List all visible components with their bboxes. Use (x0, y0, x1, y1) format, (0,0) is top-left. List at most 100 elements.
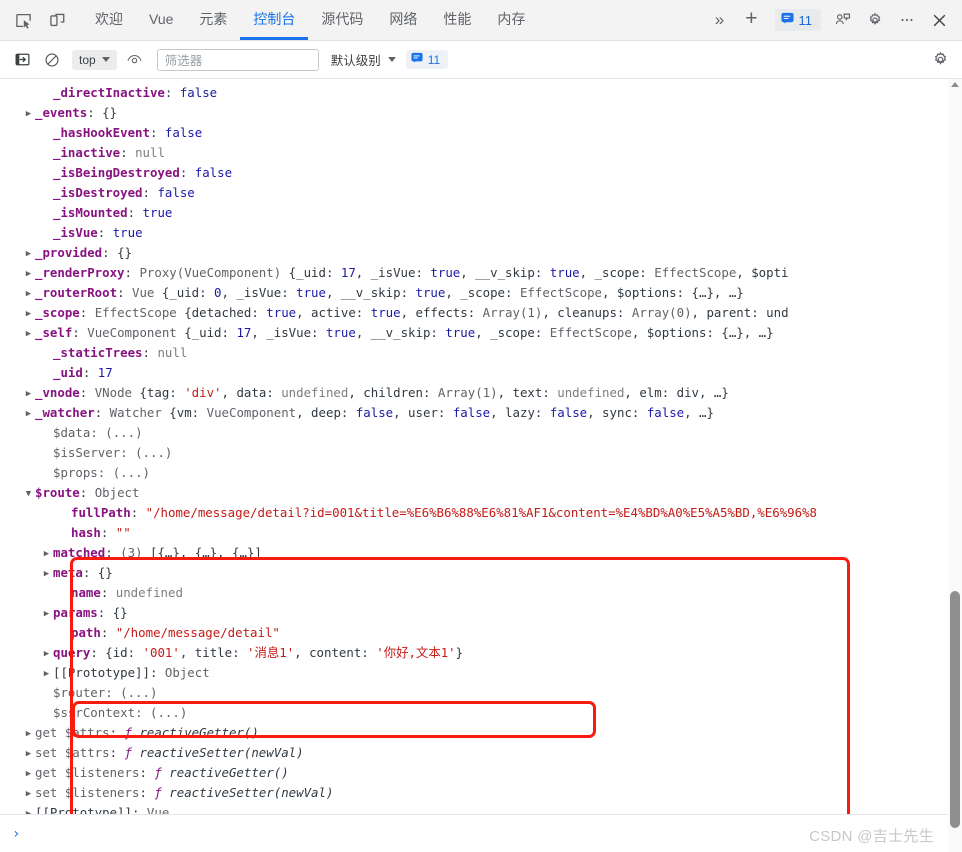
scroll-up-arrow-icon[interactable] (951, 82, 959, 87)
log-token: : (109, 745, 125, 760)
gear-icon[interactable] (926, 47, 954, 73)
console-log-line[interactable]: ▶ set $listeners: ƒ reactiveSetter(newVal… (0, 783, 962, 803)
console-log-line[interactable]: ▶$data: (...) (0, 423, 962, 443)
log-token: _isMounted (53, 205, 128, 220)
console-log-line[interactable]: ▶ _events: {} (0, 103, 962, 123)
console-log-line[interactable]: ▶_inactive: null (0, 143, 962, 163)
console-log-line[interactable]: ▶_isMounted: true (0, 203, 962, 223)
console-filter-input[interactable]: 筛选器 (156, 48, 319, 71)
chevron-right-icon[interactable]: ▶ (22, 404, 35, 424)
console-log-line[interactable]: ▶ [[Prototype]]: Object (0, 663, 962, 683)
console-log-line[interactable]: ▶fullPath: "/home/message/detail?id=001&… (0, 503, 962, 523)
console-log-line[interactable]: ▶$router: (...) (0, 683, 962, 703)
console-log-line[interactable]: ▶ [[Prototype]]: Vue (0, 803, 962, 814)
console-sidebar-toggle-icon[interactable] (8, 47, 36, 73)
tab-sources[interactable]: 源代码 (308, 0, 376, 40)
console-log-line[interactable]: ▶_isBeingDestroyed: false (0, 163, 962, 183)
chevron-right-icon[interactable]: ▶ (40, 564, 53, 584)
live-expression-icon[interactable] (121, 47, 149, 73)
scrollbar-thumb-tail (950, 814, 960, 828)
chevron-right-icon[interactable]: ▶ (22, 324, 35, 344)
chevron-right-icon[interactable]: ▶ (40, 644, 53, 664)
log-token: , _isVue: (221, 285, 297, 300)
console-log-line[interactable]: ▶ _self: VueComponent {_uid: 17, _isVue: … (0, 323, 962, 343)
inspect-element-icon[interactable] (6, 0, 40, 40)
tab-memory[interactable]: 内存 (484, 0, 538, 40)
tab-performance[interactable]: 性能 (430, 0, 484, 40)
chevron-right-icon[interactable]: ▶ (40, 604, 53, 624)
tab-label: 欢迎 (95, 10, 123, 27)
add-panel-button[interactable]: + (735, 7, 767, 34)
chevron-right-icon[interactable]: ▶ (22, 784, 35, 804)
chevron-right-icon[interactable]: ▶ (22, 764, 35, 784)
console-log-line[interactable]: ▶_hasHookEvent: false (0, 123, 962, 143)
log-level-select[interactable]: 默认级别 (331, 50, 396, 69)
console-log-line[interactable]: ▶ get $listeners: ƒ reactiveGetter() (0, 763, 962, 783)
chevron-right-icon[interactable]: ▶ (22, 304, 35, 324)
console-log-line[interactable]: ▶path: "/home/message/detail" (0, 623, 962, 643)
console-log-line[interactable]: ▶ params: {} (0, 603, 962, 623)
chevron-right-icon[interactable]: ▶ (22, 724, 35, 744)
console-log-line[interactable]: ▶ _watcher: Watcher {vm: VueComponent, de… (0, 403, 962, 423)
gear-icon[interactable] (860, 6, 890, 34)
more-options-icon[interactable] (892, 6, 922, 34)
console-log-line[interactable]: ▶$ssrContext: (...) (0, 703, 962, 723)
console-log-line[interactable]: ▶_directInactive: false (0, 83, 962, 103)
log-token: : (79, 305, 95, 320)
console-log-line[interactable]: ▶ _scope: EffectScope {detached: true, ac… (0, 303, 962, 323)
chevron-right-icon[interactable]: ▶ (22, 104, 35, 124)
chevron-right-icon[interactable]: ▶ (40, 664, 53, 684)
chevron-right-icon[interactable]: ▶ (22, 244, 35, 264)
execution-context-select[interactable]: top (72, 49, 117, 70)
feedback-icon[interactable] (828, 6, 858, 34)
chevron-right-icon[interactable]: ▶ (40, 544, 53, 564)
console-log-line[interactable]: ▶ _routerRoot: Vue {_uid: 0, _isVue: true… (0, 283, 962, 303)
scrollbar-thumb[interactable] (950, 591, 960, 814)
console-log-line[interactable]: ▶_isVue: true (0, 223, 962, 243)
console-log-line[interactable]: ▶ _provided: {} (0, 243, 962, 263)
device-toolbar-icon[interactable] (40, 0, 74, 40)
console-log-line[interactable]: ▼ $route: Object (0, 483, 962, 503)
console-log-line[interactable]: ▶name: undefined (0, 583, 962, 603)
chevron-right-icon[interactable]: ▶ (22, 744, 35, 764)
console-log-line[interactable]: ▶ get $attrs: ƒ reactiveGetter() (0, 723, 962, 743)
console-log-line[interactable]: ▶ _vnode: VNode {tag: 'div', data: undefi… (0, 383, 962, 403)
log-token: VNode (94, 385, 140, 400)
console-log-line[interactable]: ▶ matched: (3) [{…}, {…}, {…}] (0, 543, 962, 563)
tab-network[interactable]: 网络 (376, 0, 430, 40)
tab-console[interactable]: 控制台 (240, 0, 309, 40)
console-log-line[interactable]: ▶_isDestroyed: false (0, 183, 962, 203)
chevron-right-icon[interactable]: ▶ (22, 384, 35, 404)
console-log-line[interactable]: ▶hash: "" (0, 523, 962, 543)
console-log-line[interactable]: ▶ meta: {} (0, 563, 962, 583)
console-log-line[interactable]: ▶ _renderProxy: Proxy(VueComponent) {_uid… (0, 263, 962, 283)
console-output-area[interactable]: ▶_directInactive: false▶_events: {}▶_has… (0, 79, 962, 814)
console-prompt-bar[interactable]: › CSDN @吉士先生 (0, 814, 962, 852)
clear-console-icon[interactable] (38, 47, 66, 73)
console-log-line[interactable]: ▶_staticTrees: null (0, 343, 962, 363)
tab-elements[interactable]: 元素 (186, 0, 240, 40)
chevron-down-icon[interactable]: ▼ (22, 484, 35, 504)
tab-label: 性能 (443, 10, 472, 27)
chevron-right-icon[interactable]: ▶ (22, 264, 35, 284)
log-token: true (142, 205, 173, 220)
console-log-line[interactable]: ▶$isServer: (...) (0, 443, 962, 463)
console-log-line[interactable]: ▶ query: {id: '001', title: '消息1', conten… (0, 643, 962, 663)
chevron-right-icon[interactable]: ▶ (22, 804, 35, 814)
tab-vue[interactable]: Vue (136, 0, 186, 40)
console-vertical-scrollbar[interactable] (948, 79, 962, 814)
console-log-line[interactable]: ▶$props: (...) (0, 463, 962, 483)
log-token: , __v_skip: (355, 325, 446, 340)
log-token: params (53, 605, 98, 620)
console-log-line[interactable]: ▶ set $attrs: ƒ reactiveSetter(newVal) (0, 743, 962, 763)
close-icon[interactable] (924, 6, 954, 34)
tab-label: Vue (149, 10, 174, 27)
more-tabs-icon[interactable]: » (706, 10, 733, 30)
tab-welcome[interactable]: 欢迎 (82, 0, 136, 40)
chevron-right-icon[interactable]: ▶ (22, 284, 35, 304)
console-log-line[interactable]: ▶_uid: 17 (0, 363, 962, 383)
log-token: : (100, 585, 116, 600)
message-count-badge[interactable]: 11 (774, 9, 821, 31)
toolbar-message-count-badge[interactable]: 11 (405, 50, 449, 69)
log-token: _isDestroyed (53, 185, 143, 200)
